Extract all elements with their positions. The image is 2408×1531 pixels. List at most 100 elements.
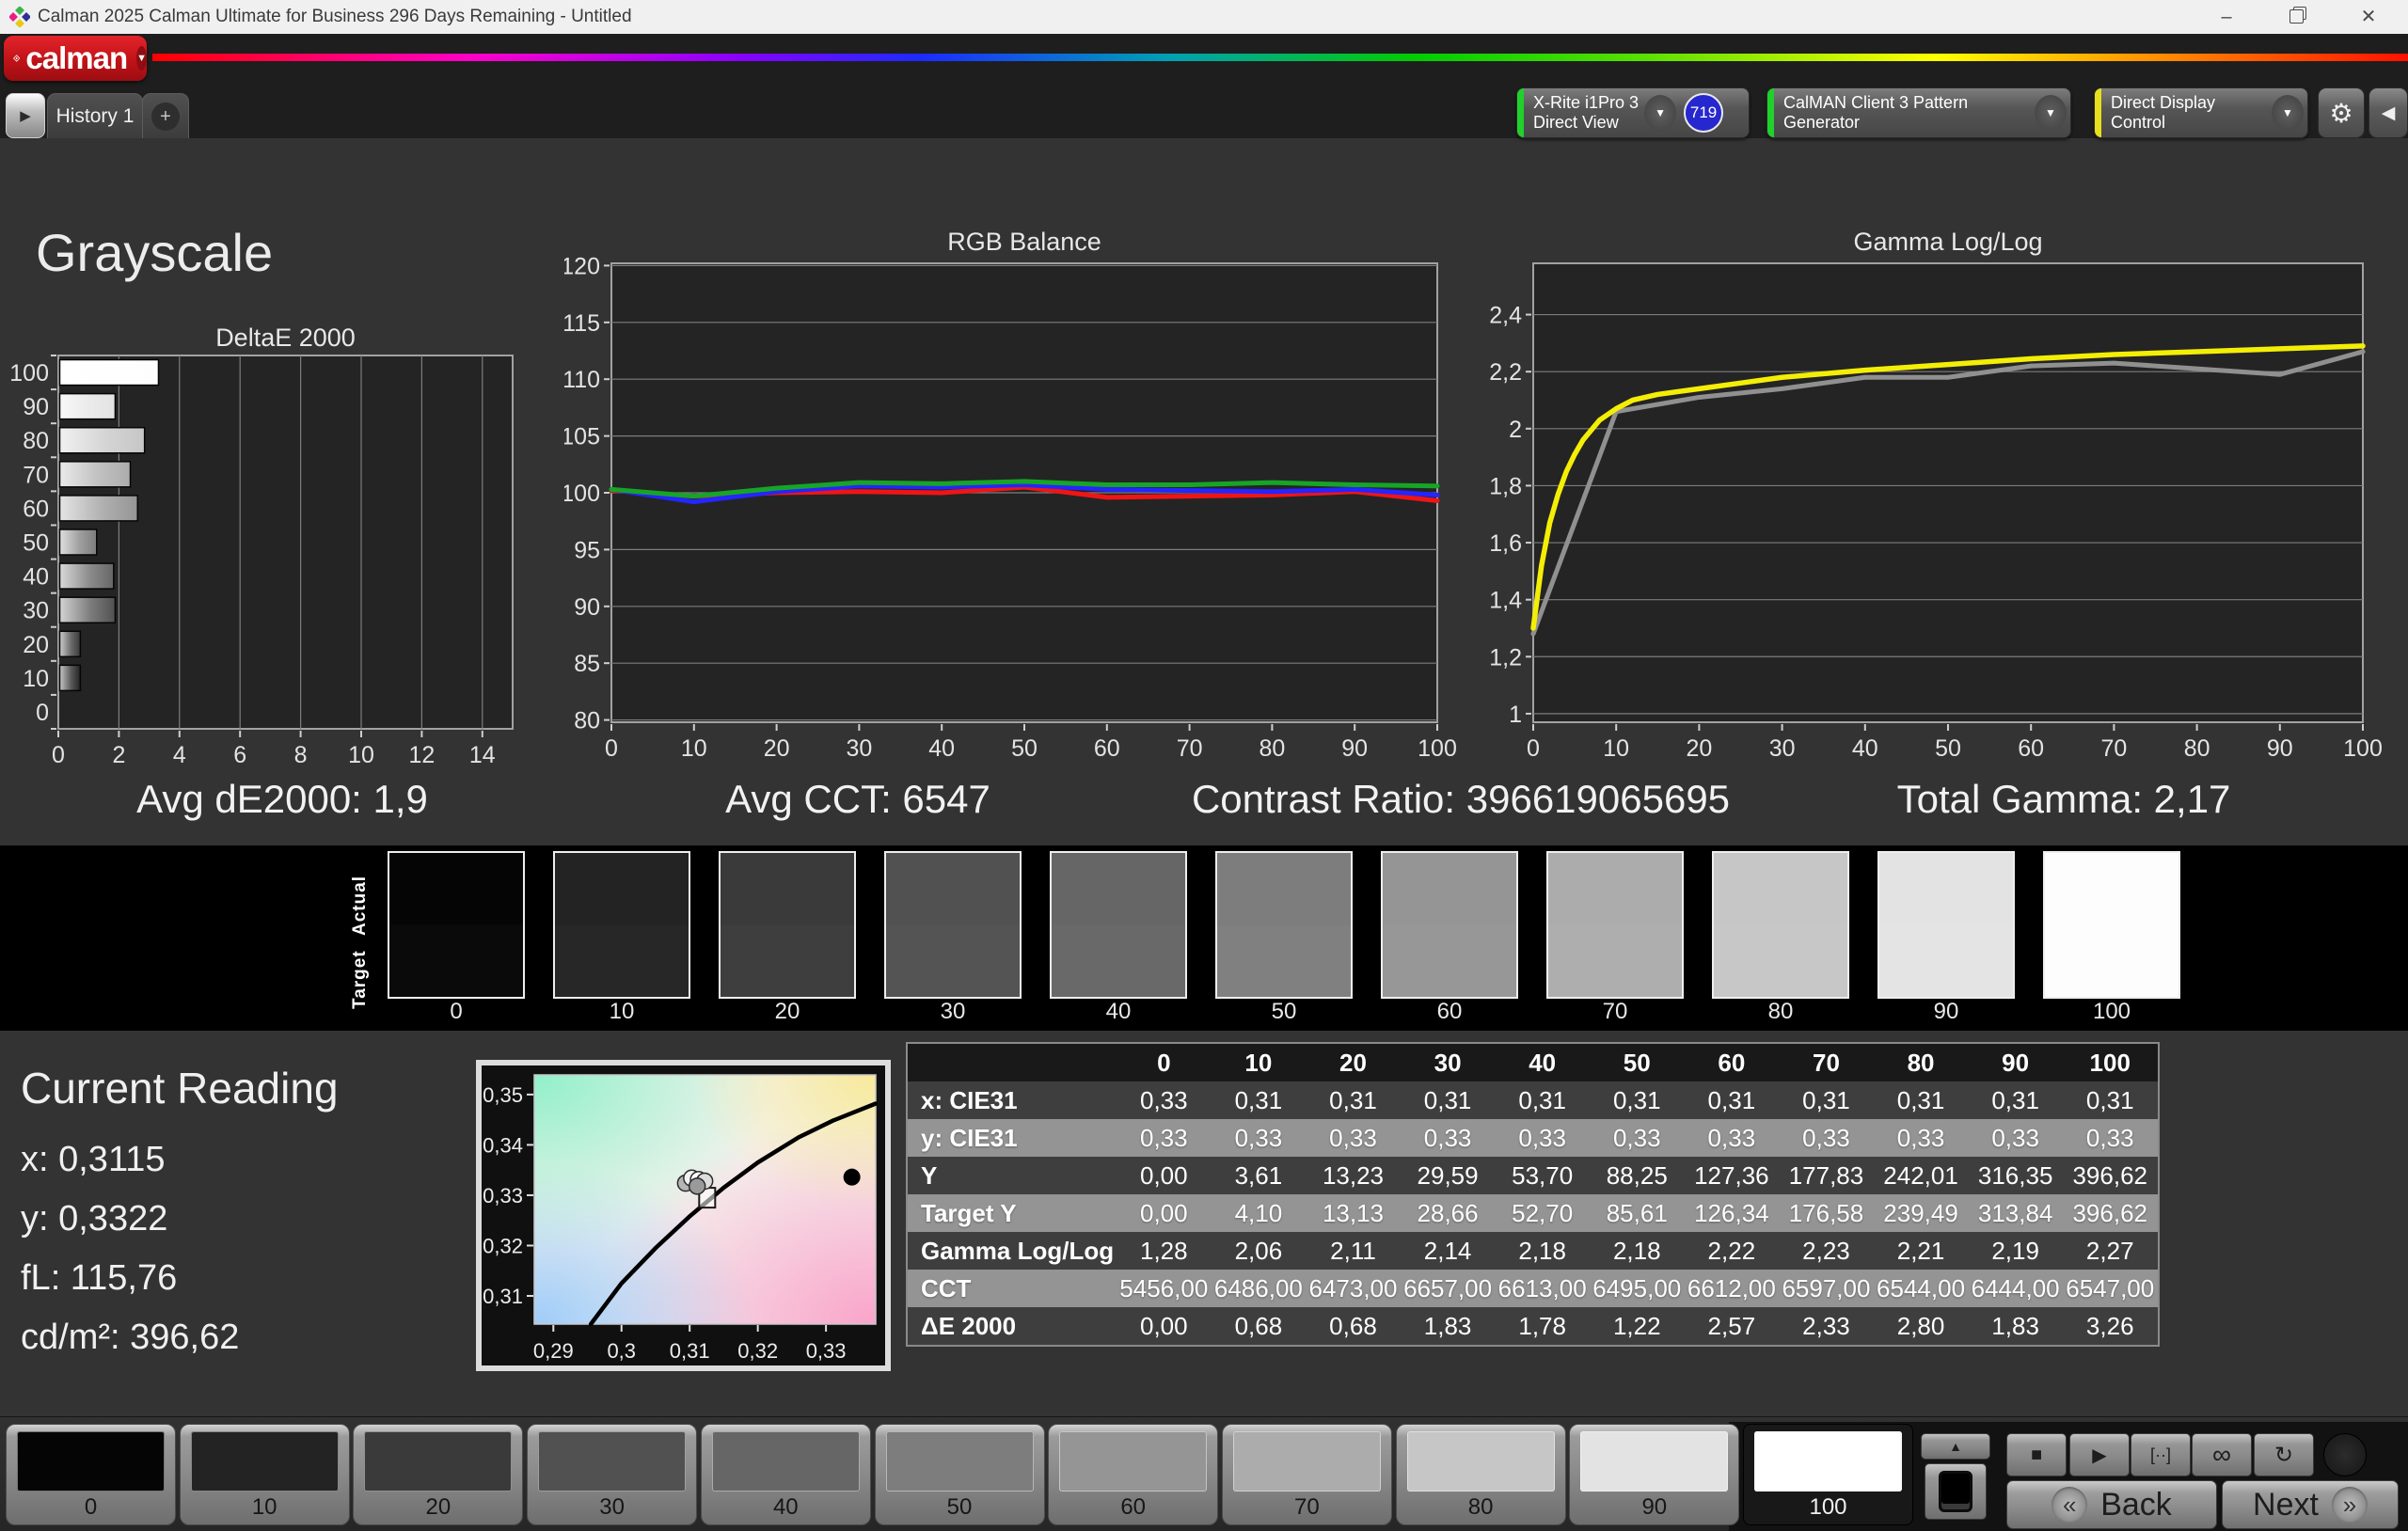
svg-text:2,4: 2,4 xyxy=(1489,303,1522,329)
grayscale-swatch-50 xyxy=(1215,851,1353,999)
close-button[interactable]: ✕ xyxy=(2344,0,2393,34)
swatch-label: 30 xyxy=(882,999,1023,1025)
pattern-button-100[interactable]: 100 xyxy=(1743,1424,1913,1525)
svg-text:6: 6 xyxy=(233,742,246,768)
settings-button[interactable]: ⚙ xyxy=(2318,87,2365,138)
svg-text:0,31: 0,31 xyxy=(670,1339,710,1363)
pattern-label: 60 xyxy=(1049,1494,1217,1521)
pattern-button-30[interactable]: 30 xyxy=(527,1424,697,1525)
svg-text:110: 110 xyxy=(564,367,600,393)
display-status-stripe xyxy=(2095,88,2101,137)
stat-avg-de2000: Avg dE2000: 1,9 xyxy=(136,777,428,822)
svg-text:2: 2 xyxy=(112,742,125,768)
svg-text:2,2: 2,2 xyxy=(1489,359,1522,386)
display-dropdown-icon[interactable]: ▼ xyxy=(2272,95,2304,131)
refresh-icon: ↻ xyxy=(2274,1442,2293,1469)
play-icon: ▶ xyxy=(2092,1444,2106,1467)
table-cell: 1,22 xyxy=(1590,1307,1685,1345)
pattern-button-40[interactable]: 40 xyxy=(701,1424,871,1525)
svg-text:70: 70 xyxy=(23,462,49,488)
svg-text:0: 0 xyxy=(36,700,49,726)
pattern-color-chip xyxy=(712,1431,860,1492)
table-cell: 6612,00 xyxy=(1685,1270,1780,1307)
expand-panel-button[interactable]: ▶ xyxy=(6,93,45,138)
table-cell: 6495,00 xyxy=(1590,1270,1685,1307)
minimize-button[interactable]: – xyxy=(2202,0,2251,34)
disabled-round-button xyxy=(2323,1433,2367,1476)
title-bar: Calman 2025 Calman Ultimate for Business… xyxy=(0,0,2408,34)
meter-status-stripe xyxy=(1517,88,1524,137)
svg-text:100: 100 xyxy=(2343,735,2383,762)
pattern-button-90[interactable]: 90 xyxy=(1569,1424,1739,1525)
table-cell: 0,68 xyxy=(1306,1307,1401,1345)
stop-button[interactable]: ■ xyxy=(2006,1433,2067,1476)
pattern-button-50[interactable]: 50 xyxy=(875,1424,1045,1525)
calman-logo-text: calman xyxy=(25,40,127,76)
svg-text:100: 100 xyxy=(9,360,49,387)
svg-text:70: 70 xyxy=(1177,735,1203,762)
pattern-window-button[interactable]: [··] xyxy=(2131,1433,2191,1476)
pattern-button-80[interactable]: 80 xyxy=(1396,1424,1566,1525)
generator-dropdown-icon[interactable]: ▼ xyxy=(2035,95,2067,131)
svg-text:50: 50 xyxy=(1011,735,1038,762)
table-corner-cell xyxy=(908,1044,1117,1081)
svg-text:0: 0 xyxy=(1527,735,1540,762)
table-cell: 2,19 xyxy=(1968,1232,2063,1270)
table-cell: 29,59 xyxy=(1401,1157,1496,1194)
table-row-label: y: CIE31 xyxy=(908,1119,1117,1157)
svg-text:0: 0 xyxy=(52,742,65,768)
svg-text:0: 0 xyxy=(605,735,618,762)
pattern-generator-dropdown[interactable]: CalMAN Client 3 Pattern Generator ▼ xyxy=(1766,87,2071,138)
table-cell: 28,66 xyxy=(1401,1194,1496,1232)
table-cell: 6597,00 xyxy=(1779,1270,1874,1307)
svg-text:80: 80 xyxy=(2184,735,2210,762)
logo-dropdown-icon[interactable]: ▼ xyxy=(136,46,147,71)
table-cell: 2,33 xyxy=(1779,1307,1874,1345)
back-button[interactable]: « Back xyxy=(2006,1480,2217,1529)
table-cell: 2,80 xyxy=(1874,1307,1969,1345)
meter-dropdown-icon[interactable]: ▼ xyxy=(1644,95,1676,131)
grayscale-swatch-0 xyxy=(388,851,525,999)
display-control-name: Direct Display Control xyxy=(2111,93,2272,133)
calman-menu-button[interactable]: calman ▼ xyxy=(4,36,147,81)
display-control-dropdown[interactable]: Direct Display Control ▼ xyxy=(2094,87,2308,138)
table-cell: 396,62 xyxy=(2063,1194,2158,1232)
swatch-label: 90 xyxy=(1876,999,2017,1025)
table-cell: 2,23 xyxy=(1779,1232,1874,1270)
plus-icon: + xyxy=(151,103,180,131)
pattern-button-70[interactable]: 70 xyxy=(1222,1424,1392,1525)
svg-text:1,2: 1,2 xyxy=(1489,644,1522,671)
add-tab-button[interactable]: + xyxy=(142,93,189,138)
pattern-color-chip xyxy=(1407,1431,1555,1492)
pattern-button-0[interactable]: 0 xyxy=(6,1424,176,1525)
loop-button[interactable]: ∞ xyxy=(2192,1433,2252,1476)
refresh-button[interactable]: ↻ xyxy=(2254,1433,2314,1476)
table-cell: 6544,00 xyxy=(1874,1270,1969,1307)
pattern-button-60[interactable]: 60 xyxy=(1048,1424,1218,1525)
next-button[interactable]: Next » xyxy=(2222,1480,2399,1529)
restore-button[interactable] xyxy=(2272,0,2321,34)
pattern-window-toggle-button[interactable] xyxy=(1925,1463,1987,1520)
table-col-header: 40 xyxy=(1495,1044,1590,1081)
generator-name: CalMAN Client 3 Pattern Generator xyxy=(1783,93,2035,133)
tab-history-1[interactable]: History 1 xyxy=(47,93,143,138)
pattern-button-10[interactable]: 10 xyxy=(180,1424,350,1525)
pattern-color-chip xyxy=(1580,1431,1728,1492)
pattern-button-20[interactable]: 20 xyxy=(353,1424,523,1525)
svg-text:85: 85 xyxy=(574,651,600,677)
svg-text:10: 10 xyxy=(348,742,374,768)
expand-pattern-list-button[interactable]: ▲ xyxy=(1921,1433,1990,1460)
stat-total-gamma: Total Gamma: 2,17 xyxy=(1897,777,2231,822)
collapse-panel-button[interactable]: ◀ xyxy=(2368,87,2408,138)
svg-text:2: 2 xyxy=(1509,417,1522,443)
table-cell: 0,31 xyxy=(1495,1081,1590,1119)
loop-icon: ∞ xyxy=(2212,1440,2231,1470)
meter-dropdown[interactable]: X-Rite i1Pro 3 Direct View ▼ 719 xyxy=(1516,87,1750,138)
app-window: Calman 2025 Calman Ultimate for Business… xyxy=(0,0,2408,1531)
table-cell: 2,18 xyxy=(1590,1232,1685,1270)
table-cell: 6547,00 xyxy=(2063,1270,2158,1307)
svg-text:50: 50 xyxy=(1935,735,1961,762)
svg-text:40: 40 xyxy=(23,564,49,591)
play-button[interactable]: ▶ xyxy=(2069,1433,2130,1476)
svg-text:8: 8 xyxy=(294,742,308,768)
